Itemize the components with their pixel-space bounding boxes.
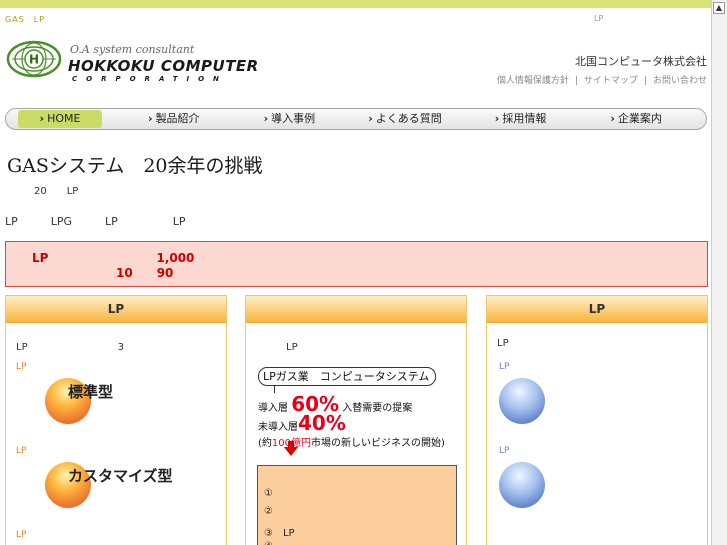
arrow-right-icon: › (368, 112, 373, 125)
column-description: LP (256, 342, 298, 353)
blue-orb-icon[interactable] (499, 462, 545, 508)
product-label[interactable]: カスタマイズ型 (68, 465, 173, 486)
logo-subtitle: O.A system consultant (70, 43, 195, 56)
column-header (246, 296, 466, 323)
column-left: LP LP 3 LP 標準型 LP カスタマイズ型 LP (5, 295, 227, 545)
stat-not-adopted: 未導入層40% (258, 411, 346, 435)
column-right: LP LP LP LP (486, 295, 708, 545)
utility-links: 個人情報保護方針 | サイトマップ | お問い合わせ (496, 76, 707, 86)
logo-corporation: CORPORATION (72, 75, 228, 83)
nav-home[interactable]: › HOME (18, 110, 102, 128)
feature-item: ④ (264, 541, 273, 545)
arrow-right-icon: › (148, 112, 153, 125)
nav-recruit[interactable]: › 採用情報 (463, 110, 579, 128)
blue-orb-icon[interactable] (499, 378, 545, 424)
logo-globe-icon: H (6, 40, 62, 78)
item-caption: LP (16, 362, 27, 372)
svg-text:H: H (29, 53, 39, 67)
scroll-up-icon[interactable]: ▲ (713, 2, 725, 14)
vertical-scrollbar[interactable]: ▲ (711, 0, 727, 545)
top-accent-bar (0, 0, 711, 8)
column-header: LP (6, 296, 226, 323)
item-caption: LP (499, 446, 510, 456)
company-name: 北国コンピュータ株式会社 (575, 55, 707, 68)
arrow-right-icon: › (494, 112, 500, 125)
header-tagline-right: LP (594, 14, 604, 23)
nav-case-studies[interactable]: › 導入事例 (232, 110, 348, 128)
feature-list-box: ① ② ③ LP ④ (257, 465, 457, 545)
item-caption: LP (16, 446, 27, 456)
main-navigation: › HOME › 製品紹介 › 導入事例 › よくある質問 › 採用情報 › 企業案内 (5, 108, 707, 130)
contact-link[interactable]: お問い合わせ (653, 76, 707, 86)
arrow-right-icon: › (39, 112, 45, 125)
feature-item: ③ LP (264, 528, 295, 539)
item-caption: LP (499, 362, 510, 372)
column-header: LP (487, 296, 707, 323)
page-title: GASシステム 20余年の挑戦 (7, 155, 263, 177)
down-arrow-icon (284, 447, 298, 456)
notice-box: LP 1,000 10 90 (5, 241, 708, 287)
notice-line: 10 90 (32, 266, 174, 280)
nav-faq[interactable]: › よくある質問 (347, 110, 463, 128)
feature-item: ② (264, 506, 273, 517)
privacy-link[interactable]: 個人情報保護方針 (497, 76, 569, 86)
arrow-right-icon: › (610, 112, 615, 125)
column-description: LP 3 (16, 342, 124, 353)
feature-item: ① (264, 488, 273, 499)
item-caption: LP (16, 530, 27, 540)
logo-wordmark: HOKKOKU COMPUTER (68, 57, 259, 75)
company-logo[interactable]: H O.A system consultant HOKKOKU COMPUTER… (6, 40, 266, 95)
nav-products[interactable]: › 製品紹介 (116, 110, 232, 128)
column-description: LP (497, 338, 509, 349)
intro-text: LP LPG LP LP (5, 215, 186, 228)
product-label[interactable]: 標準型 (68, 381, 113, 402)
page-subtitle: 20 LP (34, 186, 79, 197)
nav-company[interactable]: › 企業案内 (578, 110, 694, 128)
header-tagline: GAS LP (5, 15, 46, 24)
arrow-right-icon: › (263, 112, 269, 125)
column-middle: LP LPガス業 コンピュータシステム 導入層 60% 入替需要の提案 未導入層… (245, 295, 467, 545)
sitemap-link[interactable]: サイトマップ (584, 76, 638, 86)
speech-bubble: LPガス業 コンピュータシステム (258, 367, 436, 386)
